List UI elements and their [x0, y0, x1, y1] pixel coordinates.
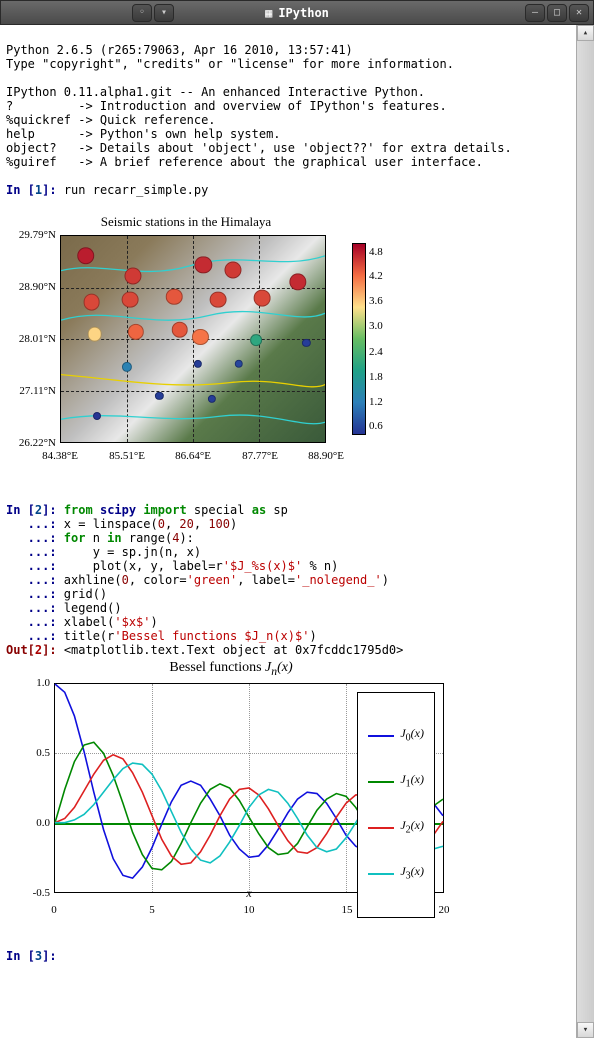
bessel-chart: Bessel functions Jn(x) 1.0 0.5 0.0 -0.5 …	[6, 661, 456, 921]
station-dot	[124, 268, 141, 285]
station-dot	[122, 361, 132, 371]
station-dot	[93, 412, 101, 420]
sticky-button[interactable]: ◦	[132, 4, 152, 22]
intro-line: ? -> Introduction and overview of IPytho…	[6, 99, 447, 113]
intro-line: help -> Python's own help system.	[6, 127, 281, 141]
station-dot	[155, 392, 163, 400]
scroll-up-arrow[interactable]: ▴	[577, 25, 594, 41]
station-dot	[250, 334, 262, 346]
station-dot	[77, 247, 95, 265]
shade-button[interactable]: ▾	[154, 4, 174, 22]
colorbar: 4.8 4.2 3.6 3.0 2.4 1.8 1.2 0.6	[352, 243, 366, 435]
out-prompt: Out[	[6, 643, 35, 657]
station-dot	[302, 339, 310, 347]
intro-line: %guiref -> A brief reference about the g…	[6, 155, 483, 169]
intro-line: object? -> Details about 'object', use '…	[6, 141, 512, 155]
chart2-title: Bessel functions Jn(x)	[6, 661, 456, 679]
station-dot	[234, 359, 242, 367]
maximize-button[interactable]: □	[547, 4, 567, 22]
vertical-scrollbar[interactable]: ▴ ▾	[576, 25, 594, 1038]
station-dot	[192, 329, 208, 345]
in-prompt: In [	[6, 949, 35, 963]
station-dot	[172, 322, 189, 339]
intro-line: IPython 0.11.alpha1.git -- An enhanced I…	[6, 85, 425, 99]
intro-line: Python 2.6.5 (r265:79063, Apr 16 2010, 1…	[6, 43, 353, 57]
chart2-plotarea: J0(x) J1(x) J2(x) J3(x) x	[54, 683, 444, 893]
app-icon: ▦	[265, 6, 272, 20]
station-dot	[166, 288, 183, 305]
seismic-chart: Seismic stations in the Himalaya 29.79°N…	[6, 215, 366, 463]
station-dot	[195, 256, 212, 273]
station-dot	[208, 394, 216, 402]
station-dot	[83, 294, 100, 311]
window-title: IPython	[278, 6, 329, 20]
minimize-button[interactable]: —	[525, 4, 545, 22]
station-dot	[121, 291, 138, 308]
cell1-code: run recarr_simple.py	[64, 183, 209, 197]
chart1-plotarea	[60, 235, 326, 443]
intro-line: %quickref -> Quick reference.	[6, 113, 216, 127]
station-dot	[254, 289, 271, 306]
terminal-content[interactable]: Python 2.6.5 (r265:79063, Apr 16 2010, 1…	[0, 25, 576, 1038]
chart2-xlabel: x	[55, 886, 443, 900]
station-dot	[210, 291, 227, 308]
chart1-title: Seismic stations in the Himalaya	[6, 215, 366, 229]
scroll-down-arrow[interactable]: ▾	[577, 1022, 594, 1038]
station-dot	[193, 359, 201, 367]
intro-line: Type "copyright", "credits" or "license"…	[6, 57, 454, 71]
close-button[interactable]: ✕	[569, 4, 589, 22]
in-prompt: In [	[6, 183, 35, 197]
station-dot	[87, 327, 102, 342]
station-dot	[224, 262, 241, 279]
legend: J0(x) J1(x) J2(x) J3(x)	[357, 692, 435, 918]
scroll-thumb[interactable]	[577, 41, 594, 1022]
cell2-output: <matplotlib.text.Text object at 0x7fcddc…	[64, 643, 404, 657]
in-prompt: In [	[6, 503, 35, 517]
station-dot	[128, 323, 144, 339]
window-titlebar: ◦ ▾ ▦ IPython — □ ✕	[0, 0, 594, 25]
